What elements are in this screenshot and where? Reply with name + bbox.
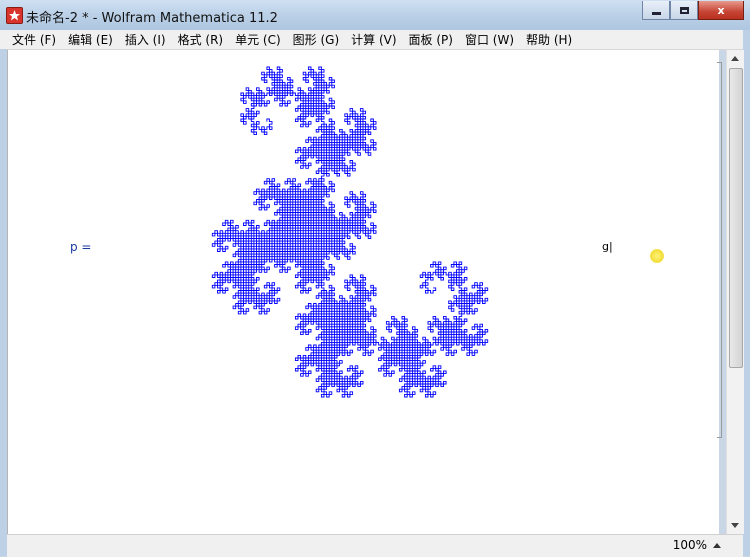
window-frame-left [0, 49, 7, 556]
zoom-level[interactable]: 100% [673, 538, 707, 552]
status-bar: 100% [7, 534, 743, 557]
dragon-curve-graphic[interactable] [100, 62, 600, 402]
text-cursor[interactable]: g| [602, 240, 613, 253]
maximize-button[interactable] [670, 1, 698, 20]
close-icon: x [717, 3, 725, 17]
menu-cell[interactable]: 单元 (C) [229, 31, 287, 48]
vertical-scrollbar[interactable] [726, 50, 744, 534]
cell-bracket[interactable] [717, 62, 722, 438]
window-controls: x [642, 1, 744, 21]
input-label[interactable]: p = [70, 240, 92, 254]
fractal-curve [211, 66, 489, 398]
mathematica-icon[interactable] [6, 7, 23, 24]
scroll-up-icon[interactable] [731, 56, 739, 61]
menu-insert[interactable]: 插入 (I) [119, 31, 172, 48]
menu-evaluation[interactable]: 计算 (V) [345, 31, 402, 48]
scroll-down-icon[interactable] [731, 523, 739, 528]
minimize-icon [651, 11, 661, 15]
menu-window[interactable]: 窗口 (W) [459, 31, 520, 48]
mouse-highlight [650, 249, 664, 263]
menu-format[interactable]: 格式 (R) [172, 31, 230, 48]
minimize-button[interactable] [642, 1, 670, 20]
close-button[interactable]: x [698, 1, 744, 20]
menu-graphics[interactable]: 图形 (G) [287, 31, 345, 48]
menu-bar: 文件 (F) 编辑 (E) 插入 (I) 格式 (R) 单元 (C) 图形 (G… [0, 30, 750, 50]
zoom-dropdown-icon[interactable] [713, 543, 721, 548]
menu-edit[interactable]: 编辑 (E) [62, 31, 119, 48]
window-frame-right [743, 30, 750, 556]
menu-help[interactable]: 帮助 (H) [520, 31, 578, 48]
menu-file[interactable]: 文件 (F) [6, 31, 62, 48]
window-title: 未命名-2 * - Wolfram Mathematica 11.2 [26, 11, 278, 26]
title-bar[interactable]: 未命名-2 * - Wolfram Mathematica 11.2 x [0, 0, 750, 31]
maximize-icon [679, 6, 689, 14]
menu-palettes[interactable]: 面板 (P) [403, 31, 459, 48]
scroll-thumb[interactable] [729, 68, 743, 368]
